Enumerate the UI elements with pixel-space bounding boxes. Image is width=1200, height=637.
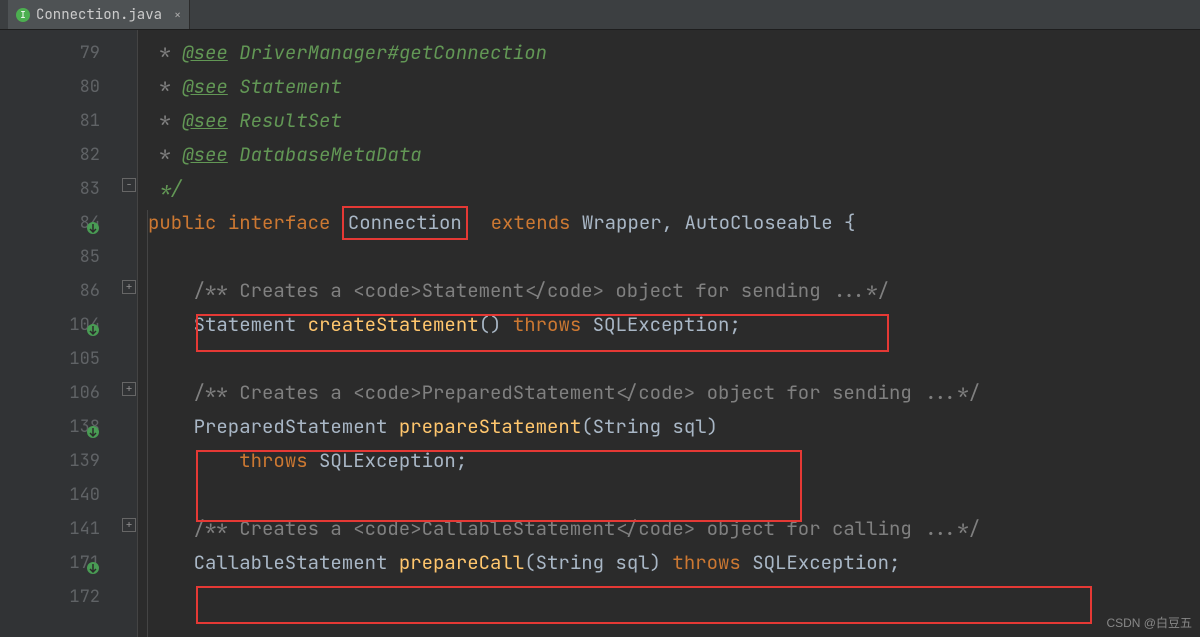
indent-guide [147, 210, 148, 637]
fold-expand-icon[interactable]: + [122, 382, 136, 396]
line-number: 83 [0, 172, 120, 206]
code-body[interactable]: * @see DriverManager#getConnection * @se… [138, 30, 1200, 637]
line-number: 82 [0, 138, 120, 172]
code-line: * @see DatabaseMetaData [148, 138, 1200, 172]
fold-expand-icon[interactable]: + [122, 518, 136, 532]
line-number: 141 [0, 512, 120, 546]
line-number: 139 [0, 444, 120, 478]
tab-connection-java[interactable]: I Connection.java × [8, 0, 190, 29]
interface-file-icon: I [16, 8, 30, 22]
fold-collapse-icon[interactable]: − [122, 178, 136, 192]
line-number: 79 [0, 36, 120, 70]
code-line: * @see Statement [148, 70, 1200, 104]
line-number: 84 [0, 206, 120, 240]
line-number: 86 [0, 274, 120, 308]
line-number: 85 [0, 240, 120, 274]
override-gutter-icon[interactable] [85, 554, 101, 570]
override-gutter-icon[interactable] [85, 316, 101, 332]
tab-bar: I Connection.java × [0, 0, 1200, 30]
code-line: PreparedStatement prepareStatement(Strin… [148, 410, 1200, 444]
code-line [148, 240, 1200, 274]
line-number: 105 [0, 342, 120, 376]
line-number: 106 [0, 376, 120, 410]
line-number: 138 [0, 410, 120, 444]
override-gutter-icon[interactable] [85, 418, 101, 434]
line-number: 172 [0, 580, 120, 614]
code-line: * @see ResultSet [148, 104, 1200, 138]
editor-area: 79 80 81 82 83 84 85 86 104 105 106 138 … [0, 30, 1200, 637]
code-line: */ [148, 172, 1200, 206]
fold-column: − + + + [120, 30, 138, 637]
gutter: 79 80 81 82 83 84 85 86 104 105 106 138 … [0, 30, 120, 637]
watermark: CSDN @白豆五 [1106, 614, 1192, 631]
line-number: 81 [0, 104, 120, 138]
highlight-box [196, 314, 889, 352]
highlight-box [196, 586, 1092, 624]
code-line: * @see DriverManager#getConnection [148, 36, 1200, 70]
line-number: 140 [0, 478, 120, 512]
code-line: /** Creates a <code>PreparedStatement</c… [148, 376, 1200, 410]
code-line: /** Creates a <code>Statement</code> obj… [148, 274, 1200, 308]
line-number: 80 [0, 70, 120, 104]
override-gutter-icon[interactable] [85, 214, 101, 230]
fold-expand-icon[interactable]: + [122, 280, 136, 294]
code-line: CallableStatement prepareCall(String sql… [148, 546, 1200, 580]
tab-filename: Connection.java [36, 6, 162, 24]
line-number: 171 [0, 546, 120, 580]
close-icon[interactable]: × [174, 7, 181, 23]
line-number: 104 [0, 308, 120, 342]
code-line: public interface Connection extends Wrap… [148, 206, 1200, 240]
highlight-box: Connection [342, 206, 468, 240]
highlight-box [196, 450, 802, 522]
